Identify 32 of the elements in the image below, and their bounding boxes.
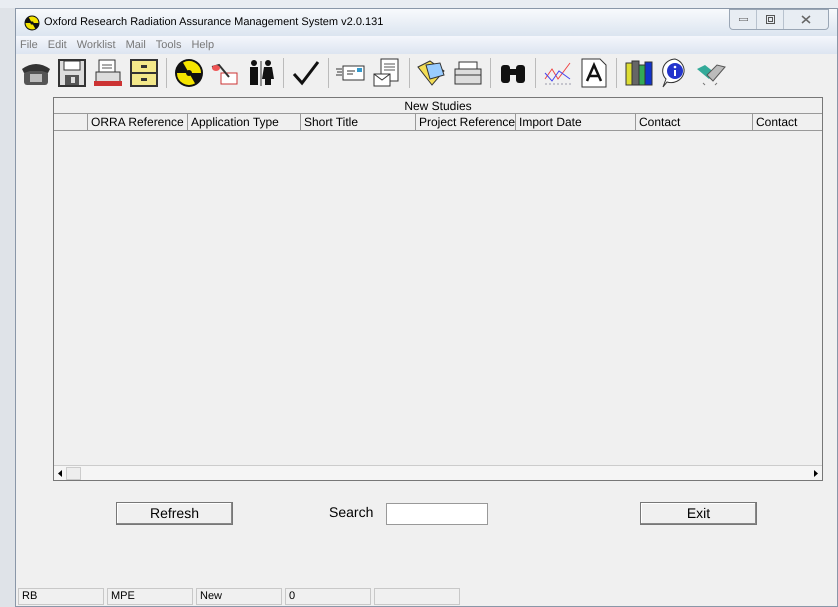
column-header[interactable]: Short Title <box>301 114 416 130</box>
file-cabinet-icon[interactable] <box>128 57 160 89</box>
column-header[interactable]: Contact <box>636 114 753 130</box>
column-header[interactable]: ORRA Reference <box>88 114 188 130</box>
column-header[interactable]: Contact <box>753 114 822 130</box>
radiation-icon <box>24 14 40 30</box>
close-icon <box>801 15 811 24</box>
maximize-icon <box>766 15 774 24</box>
column-header[interactable]: Import Date <box>516 114 636 130</box>
search-field[interactable] <box>386 503 488 525</box>
column-header[interactable]: Application Type <box>188 114 301 130</box>
status-panel: MPE <box>107 588 193 605</box>
status-panel: RB <box>18 588 104 605</box>
exit-button[interactable]: Exit <box>640 502 757 525</box>
status-panel: 0 <box>285 588 371 605</box>
status-panel: New <box>196 588 282 605</box>
menu-item[interactable]: Help <box>191 36 214 54</box>
scrollbar-thumb[interactable] <box>66 466 81 480</box>
horizontal-scrollbar[interactable] <box>54 465 822 480</box>
search-label: Search <box>329 503 374 522</box>
table-title: New Studies <box>54 98 822 114</box>
refresh-button[interactable]: Refresh <box>116 502 233 525</box>
window-title: Oxford Research Radiation Assurance Management System v2.0.131 <box>44 15 384 30</box>
printer-icon[interactable] <box>92 57 124 89</box>
column-header[interactable]: Project Reference <box>416 114 516 130</box>
menu-item[interactable]: File <box>20 36 38 54</box>
menu-item[interactable]: Mail <box>126 36 146 54</box>
menu-item[interactable]: Edit <box>48 36 67 54</box>
radiation-icon[interactable] <box>173 57 205 89</box>
minimize-icon <box>738 18 748 21</box>
menu-item[interactable]: Worklist <box>76 36 116 54</box>
menu-item[interactable]: Tools <box>156 36 182 54</box>
